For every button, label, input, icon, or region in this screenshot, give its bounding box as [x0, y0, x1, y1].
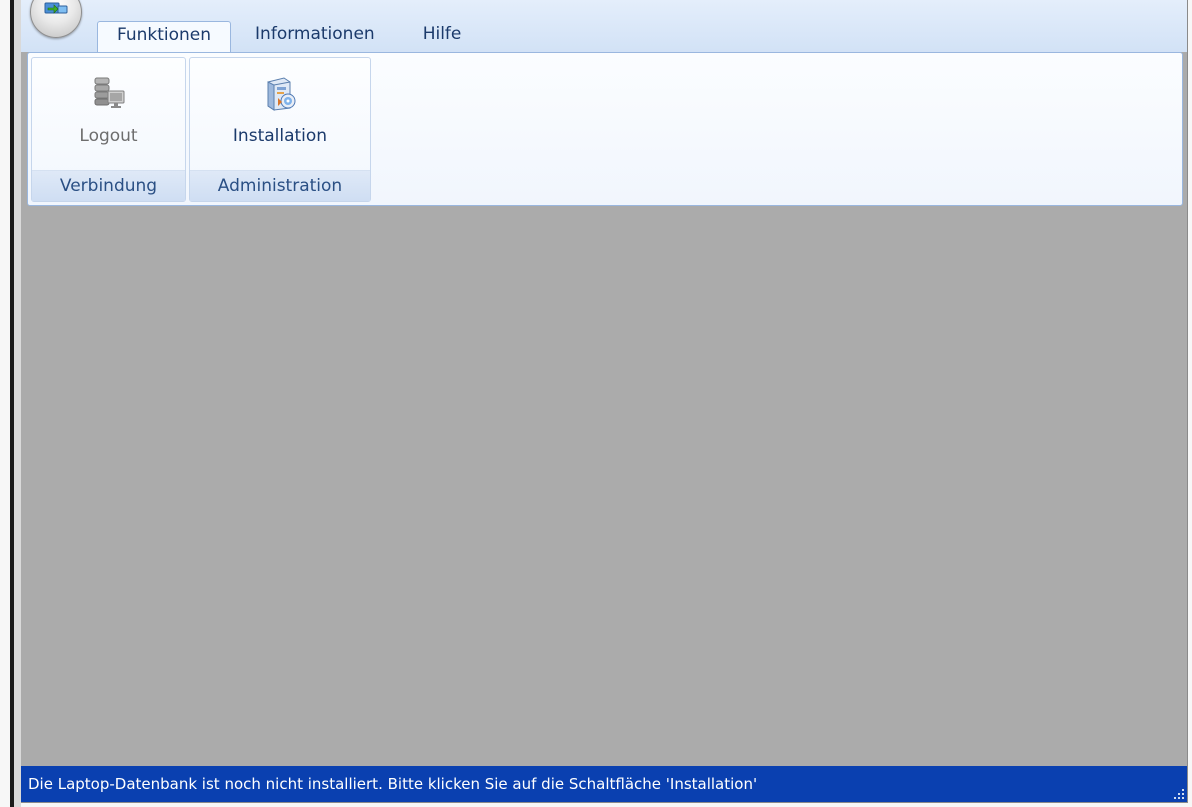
workspace-area	[21, 210, 1187, 766]
status-message: Die Laptop-Datenbank ist noch nicht inst…	[28, 775, 758, 793]
ribbon-panel: Logout Verbindung Installation Administr…	[27, 52, 1183, 206]
status-bar: Die Laptop-Datenbank ist noch nicht inst…	[21, 766, 1187, 802]
ribbon-group-administration: Installation Administration	[189, 57, 371, 202]
logout-button[interactable]: Logout	[32, 58, 185, 168]
app-logo-icon	[44, 2, 68, 14]
ribbon-tabs: Funktionen Informationen Hilfe	[97, 20, 486, 54]
installation-button[interactable]: Installation	[190, 58, 370, 168]
server-computer-icon	[94, 77, 124, 108]
group-caption-administration: Administration	[190, 170, 370, 201]
ribbon-tab-strip: Funktionen Informationen Hilfe	[21, 0, 1187, 54]
installation-label: Installation	[232, 126, 328, 146]
tab-funktionen[interactable]: Funktionen	[97, 21, 232, 54]
installer-package-icon	[267, 77, 296, 111]
resize-grip-icon[interactable]	[1173, 788, 1185, 800]
ribbon-group-verbindung: Logout Verbindung	[31, 57, 186, 202]
group-caption-verbindung: Verbindung	[32, 170, 185, 201]
application-menu-button[interactable]	[30, 0, 82, 38]
window-frame-inner	[14, 0, 21, 807]
app-area: Funktionen Informationen Hilfe Logout Ve…	[21, 0, 1188, 803]
logout-label: Logout	[79, 126, 138, 146]
tab-hilfe[interactable]: Hilfe	[399, 21, 486, 53]
application-window: Funktionen Informationen Hilfe Logout Ve…	[0, 0, 1192, 807]
tab-informationen[interactable]: Informationen	[231, 21, 399, 53]
